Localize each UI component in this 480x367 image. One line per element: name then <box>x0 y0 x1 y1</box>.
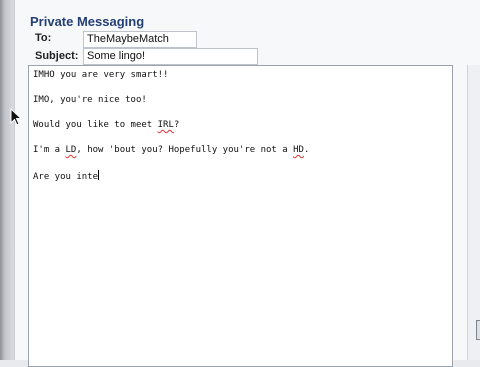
to-label: To: <box>35 32 52 44</box>
misspelled-word: LD <box>65 145 77 155</box>
window-left-edge <box>0 0 14 360</box>
message-line: IMHO you are very smart!! <box>33 70 169 80</box>
page-title: Private Messaging <box>30 14 145 29</box>
message-line: Are you inte <box>33 170 100 182</box>
subject-label: Subject: <box>35 50 79 62</box>
mouse-pointer-icon <box>10 108 22 126</box>
message-body-editor[interactable]: IMHO you are very smart!! IMO, you're ni… <box>28 65 453 367</box>
private-messaging-panel: Private Messaging To: TheMaybeMatch Subj… <box>14 0 480 367</box>
to-field[interactable]: TheMaybeMatch <box>83 31 197 48</box>
scrollbar[interactable] <box>467 65 480 360</box>
misspelled-word: HD <box>293 145 304 155</box>
message-line: I'm a LD, how 'bout you? Hopefully you'r… <box>33 145 310 155</box>
misspelled-word: IRL <box>157 120 174 130</box>
text-caret <box>98 170 100 180</box>
message-line: Would you like to meet IRL? <box>33 120 180 130</box>
resize-handle[interactable] <box>476 320 480 340</box>
subject-field[interactable]: Some lingo! <box>83 48 258 65</box>
message-line: IMO, you're nice too! <box>33 95 147 105</box>
